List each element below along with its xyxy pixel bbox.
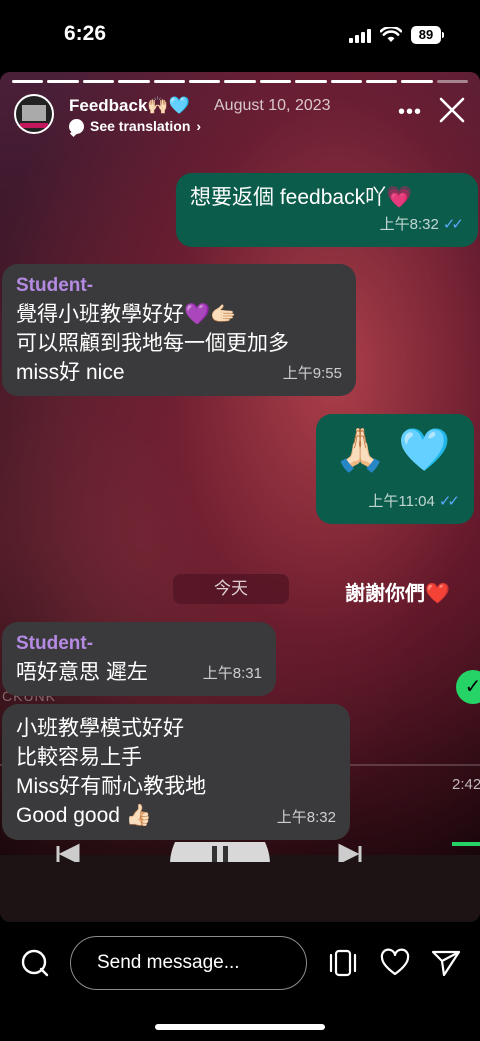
message-time: 上午8:32 [379, 216, 439, 233]
message-meta: 上午9:55 [283, 359, 342, 388]
message-incoming[interactable]: Student- 覺得小班教學好好💜🫱🏻 可以照顧到我地每一個更加多 miss好… [2, 264, 356, 396]
date-separator: 今天 [173, 574, 289, 604]
close-icon[interactable] [438, 96, 466, 124]
story-reply-bar [0, 930, 480, 1000]
check-icon: ✓ [456, 670, 480, 704]
story-header: Feedback🙌🏻🩵 August 10, 2023 See translat… [14, 92, 466, 142]
see-translation-button[interactable]: See translation › [69, 118, 201, 134]
message-outgoing[interactable]: 想要返個 feedback吖💗 上午8:32 ✓✓ [176, 173, 478, 247]
message-line: 覺得小班教學好好💜🫱🏻 [16, 303, 237, 326]
message-meta: 上午8:32 [277, 803, 336, 832]
story-author[interactable]: Feedback🙌🏻🩵 [69, 96, 190, 116]
wifi-icon [380, 27, 402, 42]
message-line: Miss好有耐心教我地 [16, 775, 207, 798]
message-sender: Student- [16, 633, 94, 654]
home-indicator[interactable] [155, 1024, 325, 1030]
status-icons: 89 [349, 26, 444, 44]
message-incoming[interactable]: 小班教學模式好好 比較容易上手 Miss好有耐心教我地 Good good 👍🏻… [2, 704, 350, 840]
story-viewer[interactable]: Feedback🙌🏻🩵 August 10, 2023 See translat… [0, 72, 480, 922]
story-progress-segment [259, 80, 292, 83]
message-meta: 上午11:04 ✓✓ [368, 487, 460, 516]
story-date: August 10, 2023 [214, 97, 331, 114]
message-emoji: 🙏🏻 🩵 [334, 426, 451, 473]
story-progress-segment [82, 80, 115, 83]
background-video-frame [0, 855, 480, 922]
story-progress-segment [188, 80, 221, 83]
read-receipt-icon: ✓✓ [442, 216, 464, 233]
message-time: 上午11:04 [368, 493, 435, 510]
message-line: 可以照顧到我地每一個更加多 [16, 332, 289, 355]
avatar[interactable] [14, 94, 54, 134]
cellular-signal-icon [349, 27, 371, 43]
message-meta: 上午8:32 ✓✓ [380, 210, 464, 239]
story-progress-segment [295, 80, 327, 83]
camera-search-icon[interactable] [20, 948, 50, 978]
message-line: 小班教學模式好好 [16, 717, 184, 740]
message-sender: Student- [16, 275, 94, 296]
chevron-right-icon: › [196, 118, 202, 134]
message-incoming[interactable]: Student- 唔好意思 遲左 上午8:31 [2, 622, 276, 696]
overlay-text: 謝謝你們❤️ [345, 583, 450, 605]
message-text: 想要返個 feedback吖💗 [190, 186, 413, 209]
story-progress-bar [12, 80, 469, 83]
media-controls-icon [56, 842, 480, 862]
see-translation-label: See translation [90, 118, 191, 134]
message-outgoing[interactable]: 🙏🏻 🩵 上午11:04 ✓✓ [316, 414, 474, 524]
story-progress-segment [365, 80, 398, 83]
status-bar: 6:26 89 [0, 0, 480, 70]
battery-level: 89 [411, 26, 441, 44]
message-time: 上午8:31 [202, 665, 262, 682]
story-progress-segment [118, 80, 150, 83]
read-receipt-icon: ✓✓ [438, 493, 460, 510]
story-progress-segment [12, 80, 44, 83]
battery-icon: 89 [411, 26, 444, 44]
repost-icon[interactable] [328, 948, 358, 978]
background-timer: 2:42 [452, 776, 480, 793]
story-progress-segment [330, 80, 362, 83]
story-progress-segment [436, 80, 469, 83]
story-progress-segment [224, 80, 256, 83]
translate-icon [69, 118, 84, 134]
story-progress-segment [401, 80, 433, 83]
more-options-icon[interactable]: ••• [398, 101, 422, 124]
status-time: 6:26 [64, 22, 107, 45]
message-line: 比較容易上手 [16, 746, 142, 769]
send-message-input[interactable] [70, 936, 307, 990]
message-time: 上午9:55 [282, 365, 342, 382]
heart-icon[interactable] [380, 948, 410, 978]
story-progress-segment [47, 80, 79, 83]
message-time: 上午8:32 [276, 809, 336, 826]
message-meta: 上午8:31 [203, 659, 262, 688]
send-icon[interactable] [431, 948, 461, 978]
story-progress-segment [153, 80, 185, 83]
